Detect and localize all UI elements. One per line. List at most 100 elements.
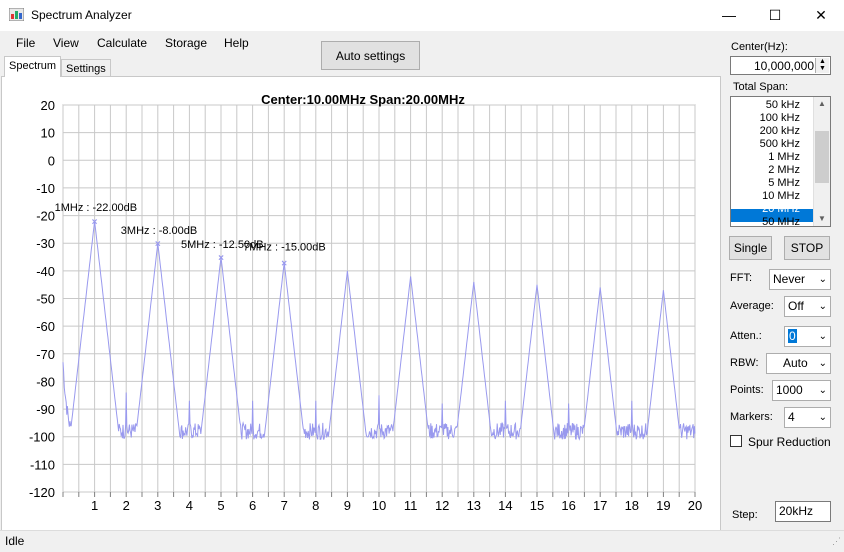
app-icon <box>9 8 24 21</box>
chevron-down-icon: ⌄ <box>818 385 827 396</box>
marker-point: × <box>281 259 287 270</box>
average-label: Average: <box>730 300 774 312</box>
y-tick-label: -50 <box>36 292 55 307</box>
close-button[interactable]: ✕ <box>798 0 844 31</box>
span-option[interactable]: 500 kHz <box>760 138 800 151</box>
points-select[interactable]: 1000 ⌄ <box>772 380 831 401</box>
y-tick-label: -100 <box>29 430 55 445</box>
marker-label: 7MHz : -15.00dB <box>243 242 326 254</box>
tab-spectrum[interactable]: Spectrum <box>4 56 62 77</box>
menu-help[interactable]: Help <box>224 36 249 50</box>
minimize-button[interactable]: — <box>706 0 752 31</box>
resize-grip-icon[interactable]: ⋰ <box>832 536 841 547</box>
center-value: 10,000,000 <box>753 59 814 73</box>
span-listbox[interactable]: 50 kHz 100 kHz 200 kHz 500 kHz 1 MHz 2 M… <box>730 96 831 227</box>
chevron-down-icon: ⌄ <box>818 331 827 342</box>
x-tick-label: 6 <box>249 498 256 513</box>
fft-select[interactable]: Never ⌄ <box>769 269 831 290</box>
spur-reduction-label: Spur Reduction <box>748 435 831 449</box>
average-select[interactable]: Off ⌄ <box>784 296 831 317</box>
chevron-down-icon: ⌄ <box>818 412 827 423</box>
menu-file[interactable]: File <box>16 36 35 50</box>
marker-point: × <box>155 239 161 250</box>
title-bar: Spectrum Analyzer — ☐ ✕ <box>0 0 844 31</box>
marker-label: 1MHz : -22.00dB <box>55 202 138 214</box>
span-option[interactable]: 2 MHz <box>768 164 800 177</box>
chart-grid <box>62 104 696 497</box>
marker-point: × <box>218 253 224 264</box>
span-option[interactable]: 50 kHz <box>766 99 800 112</box>
atten-value: 0 <box>788 329 797 343</box>
points-label: Points: <box>730 384 764 396</box>
y-tick-label: -40 <box>36 264 55 279</box>
y-tick-label: -70 <box>36 347 55 362</box>
chart-title: Center:10.00MHz Span:20.00MHz <box>261 92 465 107</box>
fft-label: FFT: <box>730 272 752 284</box>
span-option[interactable]: 10 MHz <box>762 190 800 203</box>
x-tick-label: 17 <box>593 498 607 513</box>
status-text: Idle <box>5 534 25 548</box>
span-scrollbar[interactable]: ▲ ▼ <box>813 97 830 226</box>
x-tick-label: 15 <box>530 498 544 513</box>
markers-select[interactable]: 4 ⌄ <box>784 407 831 428</box>
span-option[interactable]: 5 MHz <box>768 177 800 190</box>
center-field[interactable]: 10,000,000 ▲ ▼ <box>730 56 831 75</box>
y-axis-ticks: 20 10 0 -10 -20 -30 -40 -50 -60 -70 -80 -90 -100 -110… <box>29 98 55 500</box>
scroll-up-icon[interactable]: ▲ <box>818 99 826 108</box>
x-tick-label: 8 <box>312 498 319 513</box>
average-value: Off <box>788 299 804 313</box>
y-tick-label: -30 <box>36 236 55 251</box>
atten-select[interactable]: 0 ⌄ <box>784 326 831 347</box>
x-tick-label: 16 <box>561 498 575 513</box>
marker-label: 3MHz : -8.00dB <box>121 225 197 237</box>
rbw-select[interactable]: Auto ⌄ <box>766 353 831 374</box>
y-tick-label: -120 <box>29 485 55 500</box>
span-option[interactable]: 1 MHz <box>768 151 800 164</box>
tab-settings[interactable]: Settings <box>61 59 111 77</box>
spectrum-chart: 20 10 0 -10 -20 -30 -40 -50 -60 -70 -80 -90 -100 -110… <box>29 92 702 513</box>
x-tick-label: 11 <box>404 498 418 513</box>
x-tick-label: 5 <box>217 498 224 513</box>
fft-value: Never <box>773 272 806 286</box>
span-option[interactable]: 100 kHz <box>760 112 800 125</box>
center-label: Center(Hz): <box>731 41 788 53</box>
rbw-value: Auto <box>783 356 808 370</box>
step-label: Step: <box>732 509 758 521</box>
x-tick-label: 1 <box>91 498 98 513</box>
y-tick-label: 10 <box>41 126 55 141</box>
x-tick-label: 4 <box>186 498 193 513</box>
x-tick-label: 12 <box>435 498 449 513</box>
status-bar: Idle ⋰ <box>0 530 844 552</box>
y-tick-label: 20 <box>41 98 55 113</box>
x-tick-label: 18 <box>625 498 639 513</box>
span-option[interactable]: 50 MHz <box>762 216 800 226</box>
span-option[interactable]: 200 kHz <box>760 125 800 138</box>
x-tick-label: 9 <box>344 498 351 513</box>
menu-calculate[interactable]: Calculate <box>97 36 147 50</box>
span-label: Total Span: <box>733 81 789 93</box>
y-tick-label: -80 <box>36 374 55 389</box>
maximize-button[interactable]: ☐ <box>752 0 798 31</box>
auto-settings-button[interactable]: Auto settings <box>321 41 420 70</box>
scroll-thumb[interactable] <box>815 131 829 183</box>
span-option-selected[interactable]: 20 MHz <box>762 203 800 216</box>
scroll-down-icon[interactable]: ▼ <box>818 214 826 223</box>
menu-storage[interactable]: Storage <box>165 36 207 50</box>
x-tick-label: 7 <box>281 498 288 513</box>
markers-value: 4 <box>788 410 795 424</box>
rbw-label: RBW: <box>730 357 759 369</box>
stop-button[interactable]: STOP <box>784 236 830 260</box>
x-tick-label: 19 <box>656 498 670 513</box>
y-tick-label: -10 <box>36 181 55 196</box>
y-tick-label: -60 <box>36 319 55 334</box>
x-tick-label: 2 <box>123 498 130 513</box>
center-spinner[interactable]: ▲ ▼ <box>815 58 829 73</box>
x-tick-label: 10 <box>372 498 386 513</box>
chevron-down-icon: ⌄ <box>818 358 827 369</box>
spur-reduction-checkbox[interactable] <box>730 435 742 447</box>
menu-view[interactable]: View <box>53 36 79 50</box>
single-button[interactable]: Single <box>729 236 772 260</box>
x-axis-ticks: 1 2 3 4 5 6 7 8 9 10 11 12 13 14 15 16 17 18 19 20 <box>91 498 702 513</box>
window-title: Spectrum Analyzer <box>31 8 132 22</box>
step-field[interactable]: 20kHz <box>775 501 831 522</box>
